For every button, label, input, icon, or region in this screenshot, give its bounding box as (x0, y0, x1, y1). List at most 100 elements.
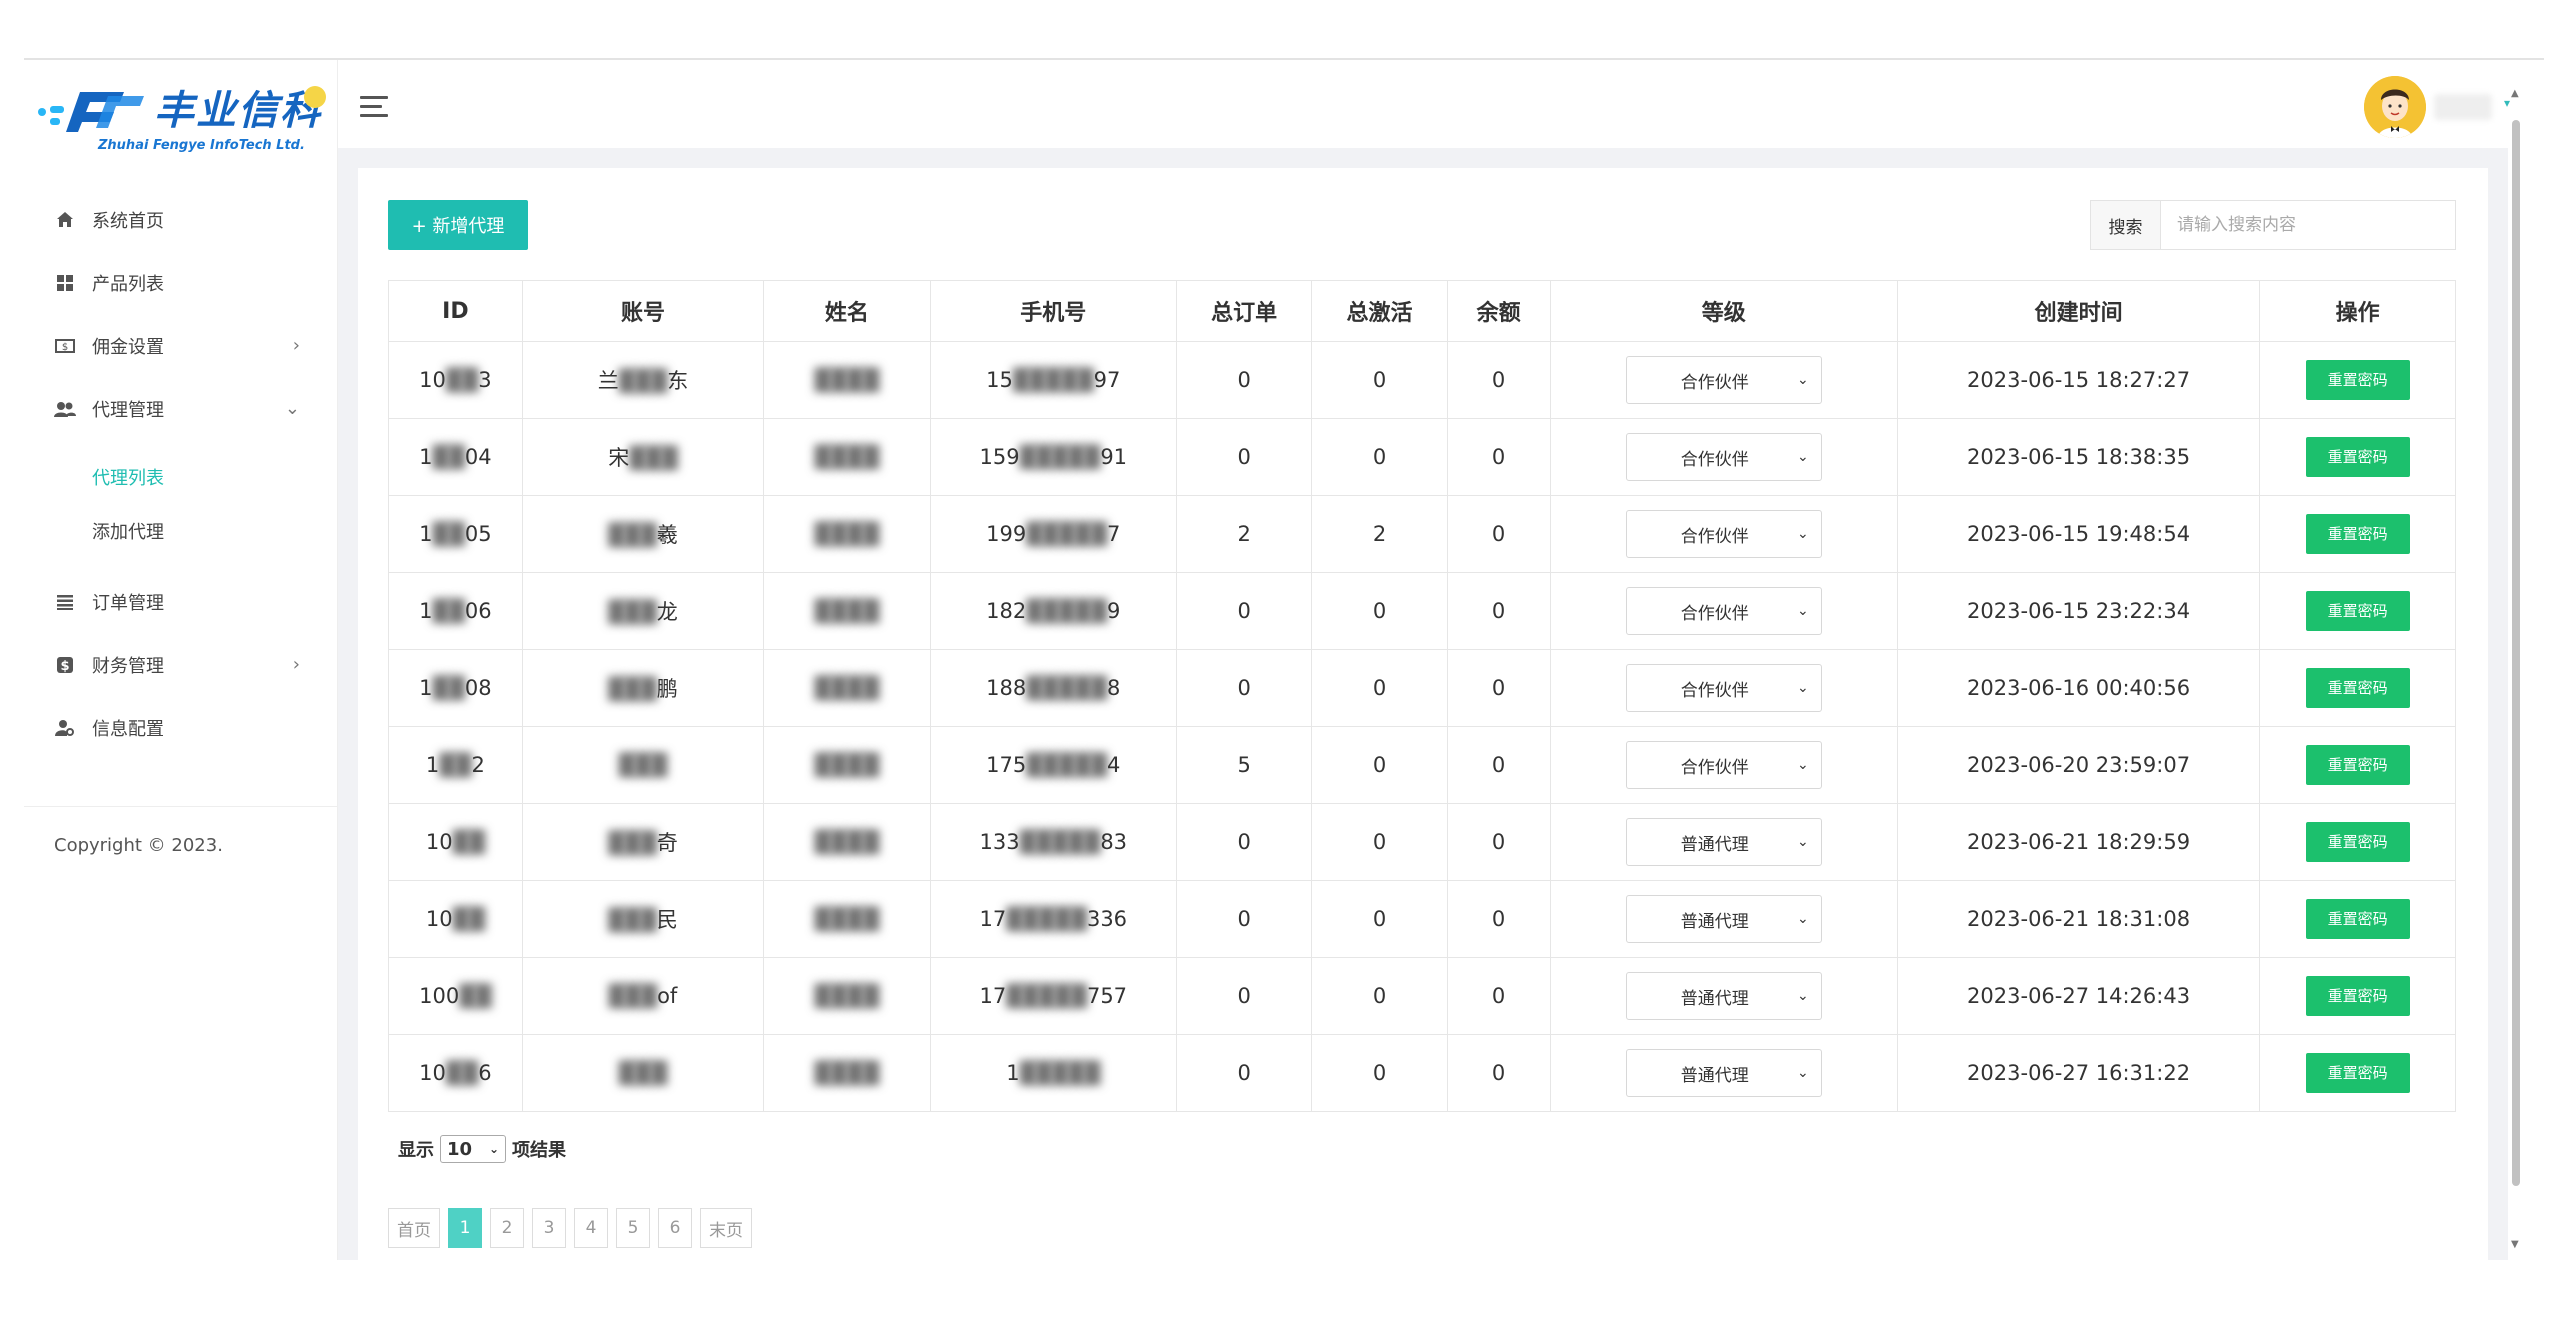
cell-level: 合作伙伴 ⌄ (1549, 726, 1898, 804)
cell-activations: 2 (1311, 495, 1448, 573)
reset-password-button[interactable]: 重置密码 (2305, 668, 2410, 708)
cell-id-start: 10 (419, 368, 446, 392)
level-select[interactable]: 合作伙伴 ⌄ (1625, 433, 1822, 481)
cell-phone-start: 175 (986, 753, 1027, 777)
cell-id: 100██ (388, 957, 523, 1035)
add-agent-button[interactable]: + 新增代理 (388, 200, 528, 250)
redacted-mask: █████ (1026, 676, 1107, 700)
cell-level: 普通代理 ⌄ (1549, 803, 1898, 881)
sidebar-subitem-add-agent[interactable]: 添加代理 (24, 504, 338, 558)
level-select-value: 普通代理 (1680, 834, 1749, 855)
level-select-value: 合作伙伴 (1680, 757, 1749, 778)
cell-created: 2023-06-27 16:31:22 (1896, 1034, 2261, 1112)
reset-password-button[interactable]: 重置密码 (2305, 437, 2410, 477)
table-row: 10██ ███奇 ████ 133█████83 0 0 0 普通代理 ⌄ 2023-06-21… (388, 803, 2456, 881)
sidebar-item-label: 产品列表 (92, 273, 164, 295)
col-header-balance[interactable]: 余额 (1446, 280, 1551, 342)
cell-balance: 0 (1446, 957, 1551, 1035)
brand-logo[interactable]: 丰业信科 Zhuhai Fengye InfoTech Ltd. (36, 82, 336, 162)
level-select[interactable]: 合作伙伴 ⌄ (1625, 587, 1822, 635)
reset-password-button[interactable]: 重置密码 (2305, 1053, 2410, 1093)
level-select[interactable]: 普通代理 ⌄ (1625, 1049, 1822, 1097)
cell-id-end: 04 (464, 445, 492, 469)
redacted-mask: █████ (1026, 753, 1107, 777)
scroll-up-icon[interactable]: ▲ (2511, 88, 2519, 99)
col-header-name[interactable]: 姓名 (763, 280, 931, 342)
col-header-phone[interactable]: 手机号 (929, 280, 1177, 342)
first-page-button[interactable]: 首页 (388, 1208, 440, 1248)
col-header-id[interactable]: ID (388, 280, 523, 342)
sidebar-item-commission[interactable]: $ 佣金设置 › (24, 314, 338, 377)
cell-id: 1██05 (388, 495, 523, 573)
level-select[interactable]: 普通代理 ⌄ (1625, 895, 1822, 943)
reset-password-button[interactable]: 重置密码 (2305, 360, 2410, 400)
chevron-down-icon: ⌄ (1797, 757, 1809, 773)
cell-level: 合作伙伴 ⌄ (1549, 649, 1898, 727)
last-page-button[interactable]: 末页 (700, 1208, 752, 1248)
level-select[interactable]: 合作伙伴 ⌄ (1625, 664, 1822, 712)
cell-orders: 0 (1175, 957, 1313, 1035)
cell-id: 10██ (388, 880, 523, 958)
sidebar-item-orders[interactable]: 订单管理 (24, 570, 338, 633)
cell-name: ████ (763, 418, 931, 496)
length-prefix: 显示 (398, 1140, 434, 1161)
sidebar-subitem-agent-list[interactable]: 代理列表 (24, 450, 338, 504)
page-button[interactable]: 5 (616, 1208, 650, 1248)
cell-account: ███羲 (521, 495, 765, 573)
level-select[interactable]: 合作伙伴 ⌄ (1625, 510, 1822, 558)
page-button[interactable]: 1 (448, 1208, 482, 1248)
cell-balance: 0 (1446, 726, 1551, 804)
page-button[interactable]: 6 (658, 1208, 692, 1248)
content-panel: + 新增代理 搜索 ID 账号 姓名 手机号 总订单 (358, 168, 2488, 1260)
level-select[interactable]: 合作伙伴 ⌄ (1625, 356, 1822, 404)
col-header-orders[interactable]: 总订单 (1175, 280, 1313, 342)
redacted-mask: ███ (618, 753, 668, 777)
redacted-mask: ███ (608, 600, 657, 624)
cell-id-end: 05 (464, 522, 492, 546)
username-redacted[interactable] (2434, 94, 2492, 120)
redacted-mask: ██ (445, 368, 479, 392)
sidebar-item-products[interactable]: 产品列表 (24, 251, 338, 314)
cell-account: 宋███ (521, 418, 765, 496)
reset-password-button[interactable]: 重置密码 (2305, 899, 2410, 939)
page-button[interactable]: 4 (574, 1208, 608, 1248)
reset-password-button[interactable]: 重置密码 (2305, 591, 2410, 631)
cell-name: ████ (763, 726, 931, 804)
col-header-created[interactable]: 创建时间 (1896, 280, 2261, 342)
reset-password-button[interactable]: 重置密码 (2305, 822, 2410, 862)
cell-id-end: 06 (464, 599, 492, 623)
search-input[interactable] (2161, 201, 2455, 249)
level-select[interactable]: 普通代理 ⌄ (1625, 818, 1822, 866)
cell-account: ███ (521, 726, 765, 804)
col-header-activations[interactable]: 总激活 (1311, 280, 1448, 342)
sidebar-item-settings[interactable]: 信息配置 (24, 696, 338, 759)
table-row: 10██3 兰███东 ████ 15█████97 0 0 0 合作伙伴 ⌄ 2023-06-1… (388, 341, 2456, 419)
reset-password-button[interactable]: 重置密码 (2305, 514, 2410, 554)
scrollbar-thumb[interactable] (2512, 120, 2520, 1186)
cell-phone: 17█████757 (929, 957, 1177, 1035)
cell-phone: 175█████4 (929, 726, 1177, 804)
table-row: 1██2 ███ ████ 175█████4 5 0 0 合作伙伴 ⌄ 2023-06-20 2… (388, 726, 2456, 804)
col-header-actions[interactable]: 操作 (2259, 280, 2456, 342)
avatar[interactable] (2364, 76, 2426, 138)
chevron-down-icon: ⌄ (1797, 449, 1809, 465)
reset-password-button[interactable]: 重置密码 (2305, 745, 2410, 785)
sidebar-item-agents[interactable]: 代理管理 ⌄ (24, 377, 338, 440)
sidebar-item-home[interactable]: 系统首页 (24, 188, 338, 251)
level-select[interactable]: 普通代理 ⌄ (1625, 972, 1822, 1020)
page-length-select[interactable]: 10 ⌄ (440, 1135, 506, 1163)
cell-account: ███of (521, 957, 765, 1035)
sidebar-item-finance[interactable]: $ 财务管理 › (24, 633, 338, 696)
reset-password-button[interactable]: 重置密码 (2305, 976, 2410, 1016)
cell-phone: 182█████9 (929, 572, 1177, 650)
page-button[interactable]: 3 (532, 1208, 566, 1248)
page-button[interactable]: 2 (490, 1208, 524, 1248)
level-select[interactable]: 合作伙伴 ⌄ (1625, 741, 1822, 789)
vertical-scrollbar[interactable]: ▲ ▼ (2508, 88, 2524, 1250)
menu-toggle-icon[interactable] (360, 96, 388, 118)
cell-id-start: 10 (425, 830, 453, 854)
chevron-down-icon: ⌄ (1797, 834, 1809, 850)
scroll-down-icon[interactable]: ▼ (2511, 1239, 2519, 1250)
col-header-level[interactable]: 等级 (1549, 280, 1898, 342)
col-header-account[interactable]: 账号 (521, 280, 765, 342)
